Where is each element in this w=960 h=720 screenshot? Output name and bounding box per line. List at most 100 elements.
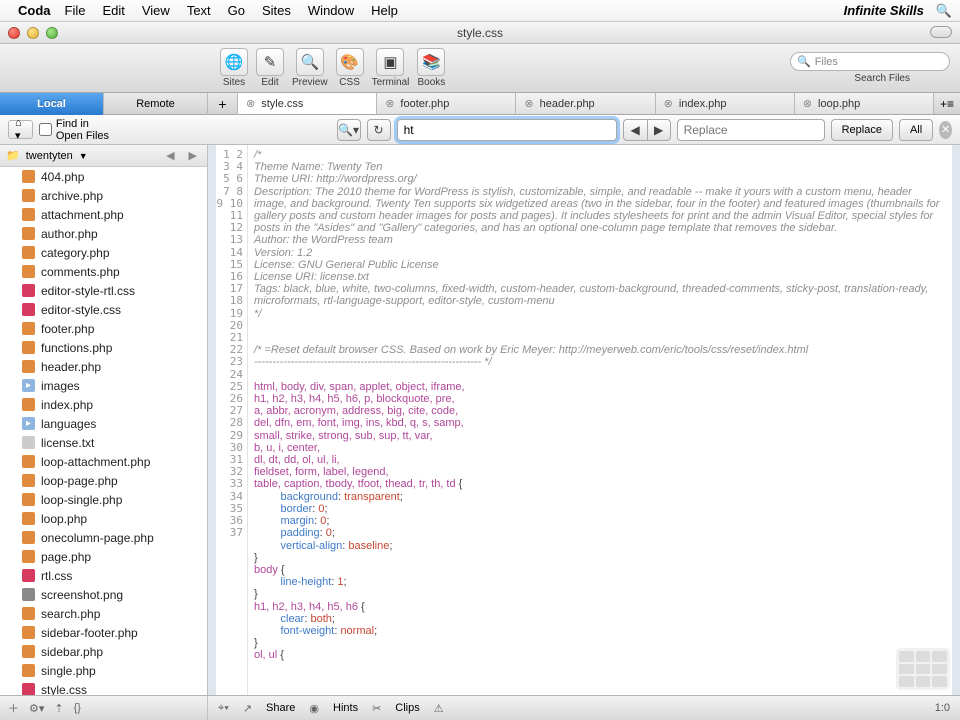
close-tab-icon[interactable]: ⊗ [246, 97, 255, 110]
file-item-name: page.php [41, 550, 91, 564]
share-label[interactable]: Share [266, 702, 295, 714]
find-input[interactable] [397, 119, 617, 141]
file-item[interactable]: loop-page.php [0, 471, 207, 490]
file-item[interactable]: index.php [0, 395, 207, 414]
toolbar-item-label: Books [417, 77, 445, 88]
edit-icon: ✎ [256, 48, 284, 76]
toolbar-terminal[interactable]: ▣Terminal [372, 48, 410, 88]
replace-input[interactable] [677, 119, 825, 141]
php-icon [22, 170, 35, 183]
find-next-button[interactable]: ▶ [647, 119, 671, 141]
file-item[interactable]: loop-attachment.php [0, 452, 207, 471]
publish-button[interactable]: ⇡ [54, 702, 63, 715]
file-item-name: footer.php [41, 322, 94, 336]
folder-icon: 📁 [6, 149, 20, 162]
file-item[interactable]: page.php [0, 547, 207, 566]
toolbar-edit[interactable]: ✎Edit [256, 48, 284, 88]
file-tab[interactable]: ⊗footer.php [377, 93, 516, 114]
sidebar-nav-back[interactable]: ⌂ ▾ [8, 120, 33, 139]
code-content[interactable]: /* Theme Name: Twenty Ten Theme URI: htt… [248, 145, 952, 666]
sidebar-scrollbar[interactable] [208, 145, 216, 697]
replace-all-button[interactable]: All [899, 119, 933, 141]
menu-help[interactable]: Help [371, 3, 398, 18]
hints-label[interactable]: Hints [333, 702, 358, 714]
file-item[interactable]: loop.php [0, 509, 207, 528]
location-tab-remote[interactable]: Remote [104, 93, 208, 115]
system-menubar: Coda File Edit View Text Go Sites Window… [0, 0, 960, 22]
menu-sites[interactable]: Sites [262, 3, 291, 18]
warning-icon[interactable]: ⚠ [434, 702, 444, 715]
file-item[interactable]: editor-style.css [0, 300, 207, 319]
file-item[interactable]: sidebar.php [0, 642, 207, 661]
sidebar-nav-next[interactable]: ▶ [185, 149, 201, 162]
hints-icon: ◉ [309, 702, 319, 715]
location-tab-local[interactable]: Local [0, 93, 104, 115]
find-prev-button[interactable]: ◀ [623, 119, 647, 141]
file-item[interactable]: ▸images [0, 376, 207, 395]
menu-window[interactable]: Window [308, 3, 354, 18]
share-icon: ↗ [243, 702, 252, 715]
file-item[interactable]: single.php [0, 661, 207, 680]
close-tab-icon[interactable]: ⊗ [385, 97, 394, 110]
add-file-button[interactable]: ＋ [8, 700, 19, 716]
file-item[interactable]: header.php [0, 357, 207, 376]
menu-view[interactable]: View [142, 3, 170, 18]
menu-file[interactable]: File [65, 3, 86, 18]
file-item[interactable]: footer.php [0, 319, 207, 338]
file-item[interactable]: license.txt [0, 433, 207, 452]
php-icon [22, 208, 35, 221]
toolbar-preview[interactable]: 🔍Preview [292, 48, 328, 88]
action-menu-button[interactable]: ⚙︎▾ [29, 702, 44, 715]
file-item[interactable]: rtl.css [0, 566, 207, 585]
close-tab-icon[interactable]: ⊗ [803, 97, 812, 110]
sidebar-header[interactable]: 📁 twentyten ▼ ◀ ▶ [0, 145, 207, 167]
spotlight-icon[interactable]: 🔍 [936, 3, 952, 19]
file-item[interactable]: attachment.php [0, 205, 207, 224]
file-item[interactable]: ▸languages [0, 414, 207, 433]
clips-label[interactable]: Clips [395, 702, 419, 714]
toolbar-toggle-button[interactable] [930, 26, 952, 38]
menu-text[interactable]: Text [187, 3, 211, 18]
replace-button[interactable]: Replace [831, 119, 893, 141]
css-icon [22, 284, 35, 297]
location-tab-add[interactable]: + [208, 93, 238, 115]
editor-scrollbar[interactable] [952, 145, 960, 697]
file-item[interactable]: comments.php [0, 262, 207, 281]
symbol-popup-button[interactable]: ⌖▾ [218, 702, 229, 715]
find-options-button[interactable]: 🔍▾ [337, 119, 361, 141]
file-item[interactable]: sidebar-footer.php [0, 623, 207, 642]
file-item[interactable]: author.php [0, 224, 207, 243]
file-tab[interactable]: ⊗header.php [516, 93, 655, 114]
toolbar-item-label: Edit [261, 77, 278, 88]
find-in-open-files-checkbox[interactable]: Find in Open Files [39, 118, 115, 142]
find-wrap-button[interactable]: ↻ [367, 119, 391, 141]
file-tab-add[interactable]: +≡ [934, 93, 960, 114]
file-tab[interactable]: ⊗style.css [238, 93, 377, 114]
search-files-input[interactable]: 🔍 Files [790, 52, 950, 71]
menu-go[interactable]: Go [228, 3, 245, 18]
file-item[interactable]: onecolumn-page.php [0, 528, 207, 547]
sidebar-nav-prev[interactable]: ◀ [162, 149, 178, 162]
menu-edit[interactable]: Edit [102, 3, 124, 18]
file-tab[interactable]: ⊗loop.php [795, 93, 934, 114]
file-item[interactable]: archive.php [0, 186, 207, 205]
file-item[interactable]: loop-single.php [0, 490, 207, 509]
file-item[interactable]: editor-style-rtl.css [0, 281, 207, 300]
file-item[interactable]: screenshot.png [0, 585, 207, 604]
code-nav-button[interactable]: {} [74, 702, 81, 714]
file-item[interactable]: functions.php [0, 338, 207, 357]
toolbar-books[interactable]: 📚Books [417, 48, 445, 88]
file-item[interactable]: search.php [0, 604, 207, 623]
folder-icon: ▸ [22, 379, 35, 392]
app-name[interactable]: Coda [18, 3, 51, 18]
close-findbar-button[interactable]: ✕ [939, 121, 952, 139]
file-tab[interactable]: ⊗index.php [656, 93, 795, 114]
file-item[interactable]: category.php [0, 243, 207, 262]
close-tab-icon[interactable]: ⊗ [524, 97, 533, 110]
find-in-open-files-check[interactable] [39, 123, 52, 136]
toolbar-sites[interactable]: 🌐Sites [220, 48, 248, 88]
file-item[interactable]: 404.php [0, 167, 207, 186]
toolbar-css[interactable]: 🎨CSS [336, 48, 364, 88]
code-editor[interactable]: 1 2 3 4 5 6 7 8 9 10 11 12 13 14 15 16 1… [216, 145, 960, 697]
close-tab-icon[interactable]: ⊗ [664, 97, 673, 110]
